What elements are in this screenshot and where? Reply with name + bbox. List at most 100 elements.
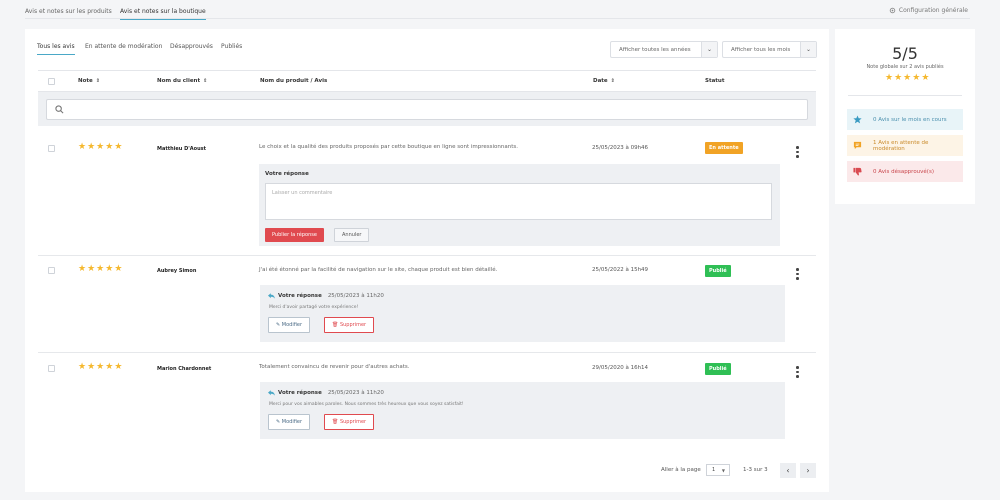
star-icon: ★: [105, 264, 114, 274]
chevron-left-icon: ‹: [786, 466, 790, 475]
star-icon: ★: [114, 142, 123, 152]
status-badge: En attente: [705, 142, 743, 154]
score-subtitle: Note globale sur 2 avis publiés: [866, 64, 944, 70]
summary-divider: [848, 95, 962, 96]
star-icon: ★: [96, 362, 105, 372]
month-select[interactable]: Afficher tous les mois ⌄: [722, 41, 817, 58]
header-client[interactable]: Nom du client ⇕: [157, 78, 207, 84]
reply-header: Votre réponse 25/05/2023 à 11h20: [268, 390, 384, 396]
edit-reply-button[interactable]: ✎ Modifier: [268, 414, 310, 430]
reply-date: 25/05/2023 à 11h20: [327, 390, 384, 396]
comment-icon: [853, 141, 862, 150]
stat-rejected[interactable]: 0 Avis désapprouvé(s): [847, 161, 963, 182]
star-icon: ★: [78, 264, 87, 274]
filter-all[interactable]: Tous les avis: [37, 43, 75, 55]
cancel-button[interactable]: Annuler: [334, 228, 370, 242]
star-icon: ★: [912, 73, 921, 83]
stat-month[interactable]: 0 Avis sur le mois en cours: [847, 109, 963, 130]
month-select-value: Afficher tous les mois: [731, 46, 791, 53]
delete-reply-button[interactable]: 🗑 Supprimer: [324, 317, 375, 333]
reviews-panel: Tous les avis En attente de modération D…: [25, 29, 829, 492]
review-date: 25/05/2023 à 09h46: [592, 145, 649, 151]
header-product: Nom du produit / Avis: [260, 78, 328, 84]
publish-reply-button[interactable]: Publier la réponse: [265, 228, 324, 242]
edit-reply-button[interactable]: ✎ Modifier: [268, 317, 310, 333]
sort-icon: ⇕: [203, 78, 208, 84]
star-icon: ★: [105, 142, 114, 152]
reply-textarea[interactable]: [265, 183, 772, 220]
search-input[interactable]: [46, 99, 808, 120]
sort-icon: ⇕: [610, 78, 615, 84]
star-icon: ★: [96, 142, 105, 152]
top-tabs: Avis et notes sur les produits Avis et n…: [0, 0, 1000, 20]
header-rating[interactable]: Note ⇕: [78, 78, 100, 84]
reply-date: 25/05/2023 à 11h20: [327, 293, 384, 299]
reply-box: Votre réponse 25/05/2023 à 11h20 Merci d'…: [260, 285, 785, 342]
year-select[interactable]: Afficher toutes les années ⌄: [610, 41, 718, 58]
client-name: Aubrey Simon: [157, 268, 197, 274]
search-icon: [55, 105, 64, 114]
chevron-right-icon: ›: [806, 466, 810, 475]
reply-box: Votre réponse 25/05/2023 à 11h20 Merci po…: [260, 382, 785, 439]
trash-icon: 🗑: [332, 419, 340, 425]
reply-icon: [268, 390, 275, 396]
star-icon: [853, 115, 862, 124]
reply-icon: [268, 293, 275, 299]
star-icon: ★: [78, 362, 87, 372]
row-checkbox[interactable]: [48, 145, 55, 152]
filter-published[interactable]: Publiés: [221, 43, 242, 54]
more-options-icon[interactable]: [796, 146, 799, 158]
table-header: Note ⇕ Nom du client ⇕ Nom du produit / Av…: [38, 70, 816, 92]
star-icon: ★: [96, 264, 105, 274]
review-text: Le choix et la qualité des produits prop…: [259, 144, 518, 150]
star-icon: ★: [105, 362, 114, 372]
select-all-checkbox[interactable]: [48, 78, 55, 85]
tabs-divider: [25, 18, 970, 19]
reply-form: Votre réponse Publier la réponse Annuler: [259, 164, 780, 246]
chevron-down-icon: ⌄: [701, 42, 717, 57]
page-select[interactable]: 1 ▼: [706, 464, 730, 476]
delete-reply-button[interactable]: 🗑 Supprimer: [324, 414, 375, 430]
row-checkbox[interactable]: [48, 267, 55, 274]
reply-message: Merci pour vos aimables paroles. Nous so…: [269, 402, 464, 407]
global-score: 5/5: [892, 44, 918, 63]
row-divider: [38, 352, 816, 353]
chevron-down-icon: ⌄: [800, 42, 816, 57]
review-text: J'ai été étonné par la facilité de navig…: [259, 267, 498, 273]
thumbs-down-icon: [853, 167, 862, 176]
pagination-range: 1-3 sur 3: [743, 467, 768, 473]
star-icon: ★: [114, 362, 123, 372]
sort-icon: ⇕: [95, 78, 100, 84]
pagination-label: Aller à la page: [661, 467, 701, 473]
filter-pending[interactable]: En attente de modération: [85, 43, 162, 54]
gear-icon: [889, 7, 896, 14]
rating-stars: ★ ★ ★ ★ ★: [78, 363, 122, 372]
review-date: 25/05/2022 à 15h49: [592, 267, 649, 273]
client-name: Matthieu D'Aoust: [157, 146, 207, 152]
filter-rejected[interactable]: Désapprouvés: [170, 43, 213, 54]
next-page-button[interactable]: ›: [800, 463, 816, 478]
reply-message: Merci d'avoir partagé votre expérience!: [269, 305, 359, 310]
row-divider: [38, 255, 816, 256]
config-link[interactable]: Configuration générale: [889, 7, 968, 14]
client-name: Marion Chardonnet: [157, 366, 212, 372]
prev-page-button[interactable]: ‹: [780, 463, 796, 478]
star-icon: ★: [903, 73, 912, 83]
star-icon: ★: [894, 73, 903, 83]
reply-form-label: Votre réponse: [265, 171, 309, 177]
header-status: Statut: [705, 78, 725, 84]
review-date: 29/05/2020 à 16h14: [592, 365, 649, 371]
summary-panel: 5/5 Note globale sur 2 avis publiés ★ ★ ★ ★…: [835, 29, 975, 204]
reply-header: Votre réponse 25/05/2023 à 11h20: [268, 293, 384, 299]
star-icon: ★: [87, 362, 96, 372]
row-checkbox[interactable]: [48, 365, 55, 372]
review-text: Totalement convaincu de revenir pour d'a…: [259, 364, 410, 370]
status-badge: Publié: [705, 363, 731, 375]
more-options-icon[interactable]: [796, 366, 799, 378]
star-icon: ★: [87, 142, 96, 152]
stat-pending[interactable]: 1 Avis en attente de modération: [847, 135, 963, 156]
header-date[interactable]: Date ⇕: [593, 78, 615, 84]
config-label: Configuration générale: [898, 7, 968, 14]
star-icon: ★: [885, 73, 894, 83]
more-options-icon[interactable]: [796, 268, 799, 280]
